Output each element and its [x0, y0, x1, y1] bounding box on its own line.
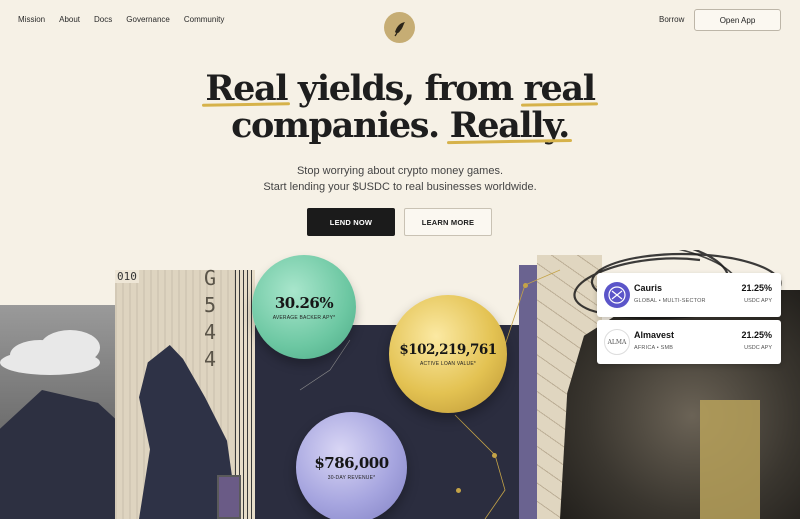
- stat-bubble-30-day-revenue: $786,000 30-DAY REVENUE*: [296, 412, 407, 519]
- nav-link-mission[interactable]: Mission: [18, 15, 45, 24]
- top-navigation: Mission About Docs Governance Community …: [0, 0, 800, 43]
- nav-link-about[interactable]: About: [59, 15, 80, 24]
- stat-bubble-backer-apy: 30.26% AVERAGE BACKER APY*: [252, 255, 356, 359]
- pool-apy-label: USDC APY: [744, 345, 772, 351]
- cauris-logo-icon: [604, 282, 630, 308]
- pool-name: Almavest: [634, 330, 675, 340]
- pool-region: AFRICA • SMB: [634, 345, 674, 351]
- stat-bubble-active-loan-value: $102,219,761 ACTIVE LOAN VALUE*: [389, 295, 507, 413]
- nav-links: Mission About Docs Governance Community: [18, 15, 238, 24]
- stat-value: 30.26%: [274, 293, 334, 312]
- headline-word-real-2: real: [523, 68, 596, 109]
- hero-subtitle-1: Stop worrying about crypto money games.: [296, 165, 504, 177]
- hero-headline: Real yields, from real companies. Really…: [0, 70, 800, 144]
- pool-card-almavest[interactable]: ALMA Almavest AFRICA • SMB 21.25% USDC A…: [597, 320, 781, 364]
- pool-apy-label: USDC APY: [744, 298, 772, 304]
- stat-value: $102,219,761: [399, 341, 497, 358]
- stat-caption: ACTIVE LOAN VALUE*: [419, 360, 477, 367]
- pool-rate: 21.25%: [741, 283, 772, 293]
- connector-node: [456, 488, 461, 493]
- stat-value: $786,000: [314, 454, 389, 472]
- open-app-button[interactable]: Open App: [694, 9, 781, 31]
- bird-icon: [394, 21, 405, 36]
- pool-region: GLOBAL • MULTI-SECTOR: [634, 298, 706, 304]
- learn-more-button[interactable]: LEARN MORE: [404, 208, 492, 236]
- borrow-link[interactable]: Borrow: [659, 15, 684, 24]
- almavest-logo-icon: ALMA: [604, 329, 630, 355]
- lend-now-button[interactable]: LEND NOW: [307, 208, 395, 236]
- headline-word-real: Real: [205, 68, 288, 109]
- hero-subtitle-2: Start lending your $USDC to real busines…: [263, 181, 537, 193]
- nav-link-governance[interactable]: Governance: [126, 15, 170, 24]
- connector-node: [523, 283, 528, 288]
- pool-rate: 21.25%: [741, 330, 772, 340]
- pool-name: Cauris: [634, 283, 663, 293]
- nav-link-community[interactable]: Community: [184, 15, 224, 24]
- nav-link-docs[interactable]: Docs: [94, 15, 112, 24]
- stat-caption: 30-DAY REVENUE*: [327, 475, 376, 481]
- headline-text-2: companies.: [231, 105, 450, 146]
- headline-text-1: yields, from: [287, 68, 524, 109]
- stat-caption: AVERAGE BACKER APY*: [272, 314, 336, 321]
- brand-logo-icon[interactable]: [384, 12, 415, 43]
- pool-card-cauris[interactable]: Cauris GLOBAL • MULTI-SECTOR 21.25% USDC…: [597, 273, 781, 317]
- headline-word-really: Really.: [449, 105, 571, 146]
- connector-node: [492, 453, 497, 458]
